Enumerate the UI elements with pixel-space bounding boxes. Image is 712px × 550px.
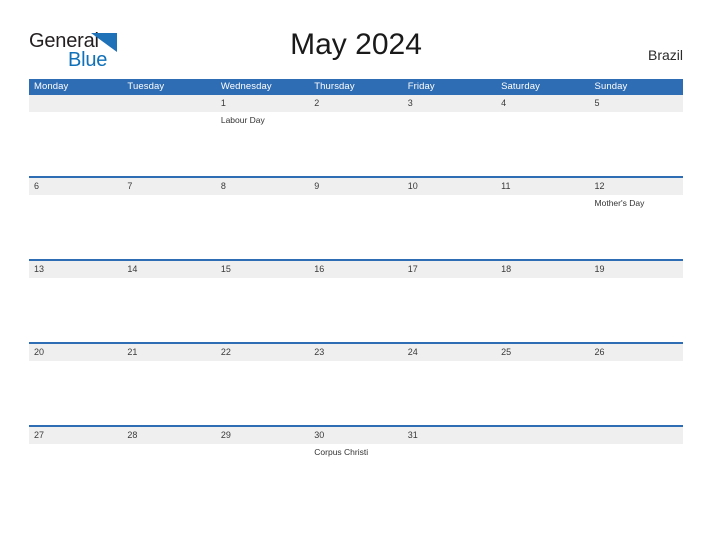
day-number[interactable]: 23 bbox=[309, 344, 402, 361]
day-number[interactable] bbox=[122, 95, 215, 112]
week-row: 20 21 22 23 24 25 26 bbox=[29, 342, 683, 425]
day-number[interactable]: 13 bbox=[29, 261, 122, 278]
day-number[interactable]: 1 bbox=[216, 95, 309, 112]
day-event bbox=[496, 444, 589, 539]
day-number[interactable]: 27 bbox=[29, 427, 122, 444]
day-number[interactable]: 25 bbox=[496, 344, 589, 361]
day-event bbox=[29, 444, 122, 539]
day-event bbox=[496, 278, 589, 342]
day-event bbox=[29, 278, 122, 342]
day-number[interactable]: 15 bbox=[216, 261, 309, 278]
week-event-band bbox=[29, 278, 683, 342]
day-event: Mother's Day bbox=[594, 198, 645, 208]
weekday-thursday: Thursday bbox=[314, 81, 355, 92]
day-number[interactable]: 10 bbox=[403, 178, 496, 195]
day-event bbox=[496, 112, 589, 176]
day-event bbox=[216, 195, 309, 259]
day-number[interactable]: 5 bbox=[590, 95, 683, 112]
day-number[interactable]: 14 bbox=[122, 261, 215, 278]
day-event bbox=[590, 444, 683, 539]
day-event bbox=[403, 444, 496, 539]
day-event bbox=[29, 361, 122, 425]
week-row: 27 28 29 30 31 Corpus Christi bbox=[29, 425, 683, 539]
day-event bbox=[122, 361, 215, 425]
day-event bbox=[29, 195, 122, 259]
day-number[interactable]: 16 bbox=[309, 261, 402, 278]
day-number[interactable]: 8 bbox=[216, 178, 309, 195]
week-date-band: 20 21 22 23 24 25 26 bbox=[29, 344, 683, 361]
day-event bbox=[216, 444, 309, 539]
week-row: 1 2 3 4 5 Labour Day bbox=[29, 95, 683, 176]
day-event bbox=[122, 195, 215, 259]
weekday-wednesday: Wednesday bbox=[220, 81, 272, 92]
day-number[interactable]: 29 bbox=[216, 427, 309, 444]
weekday-monday: Monday bbox=[34, 81, 69, 92]
page-title: May 2024 bbox=[290, 28, 422, 61]
week-row: 13 14 15 16 17 18 19 bbox=[29, 259, 683, 342]
day-number[interactable] bbox=[29, 95, 122, 112]
country-label: Brazil bbox=[647, 47, 683, 63]
day-number[interactable]: 19 bbox=[590, 261, 683, 278]
weekday-sunday: Sunday bbox=[594, 81, 628, 92]
day-number[interactable]: 4 bbox=[496, 95, 589, 112]
day-number[interactable]: 6 bbox=[29, 178, 122, 195]
day-event bbox=[403, 278, 496, 342]
week-event-band: Labour Day bbox=[29, 112, 683, 176]
day-number[interactable]: 21 bbox=[122, 344, 215, 361]
day-number[interactable]: 24 bbox=[403, 344, 496, 361]
day-event bbox=[29, 112, 122, 176]
day-event bbox=[309, 361, 402, 425]
weekday-tuesday: Tuesday bbox=[127, 81, 165, 92]
day-event bbox=[122, 444, 215, 539]
day-event bbox=[122, 278, 215, 342]
day-event bbox=[309, 278, 402, 342]
day-number[interactable]: 30 bbox=[309, 427, 402, 444]
day-event bbox=[309, 195, 402, 259]
week-event-band: Corpus Christi bbox=[29, 444, 683, 539]
day-event bbox=[496, 195, 589, 259]
day-event bbox=[590, 278, 683, 342]
week-row: 6 7 8 9 10 11 12 Mother's Day bbox=[29, 176, 683, 259]
day-number[interactable]: 11 bbox=[496, 178, 589, 195]
day-event bbox=[590, 361, 683, 425]
day-number[interactable]: 22 bbox=[216, 344, 309, 361]
day-number[interactable]: 18 bbox=[496, 261, 589, 278]
weekday-friday: Friday bbox=[407, 81, 435, 92]
calendar-grid: Monday Tuesday Wednesday Thursday Friday… bbox=[29, 79, 683, 539]
week-date-band: 13 14 15 16 17 18 19 bbox=[29, 261, 683, 278]
day-number[interactable]: 9 bbox=[309, 178, 402, 195]
day-event: Labour Day bbox=[220, 115, 265, 125]
weekday-saturday: Saturday bbox=[501, 81, 540, 92]
calendar-page: General Blue May 2024 Brazil Monday Tues… bbox=[0, 0, 712, 550]
day-event: Corpus Christi bbox=[314, 447, 369, 457]
day-number[interactable]: 17 bbox=[403, 261, 496, 278]
day-event bbox=[403, 195, 496, 259]
day-number[interactable]: 28 bbox=[122, 427, 215, 444]
weekday-header-row: Monday Tuesday Wednesday Thursday Friday… bbox=[29, 79, 683, 95]
day-event bbox=[122, 112, 215, 176]
week-event-band bbox=[29, 361, 683, 425]
day-event bbox=[590, 112, 683, 176]
day-event bbox=[216, 278, 309, 342]
page-header: General Blue May 2024 Brazil bbox=[0, 0, 712, 78]
day-number[interactable]: 20 bbox=[29, 344, 122, 361]
day-event bbox=[403, 112, 496, 176]
week-date-band: 27 28 29 30 31 bbox=[29, 427, 683, 444]
day-number[interactable]: 12 bbox=[590, 178, 683, 195]
day-event bbox=[216, 361, 309, 425]
day-event bbox=[309, 112, 402, 176]
day-number[interactable] bbox=[590, 427, 683, 444]
week-event-band: Mother's Day bbox=[29, 195, 683, 259]
day-number[interactable]: 31 bbox=[403, 427, 496, 444]
day-number[interactable]: 26 bbox=[590, 344, 683, 361]
week-date-band: 6 7 8 9 10 11 12 bbox=[29, 178, 683, 195]
day-event bbox=[496, 361, 589, 425]
day-number[interactable]: 7 bbox=[122, 178, 215, 195]
day-number[interactable]: 2 bbox=[309, 95, 402, 112]
week-date-band: 1 2 3 4 5 bbox=[29, 95, 683, 112]
day-event bbox=[403, 361, 496, 425]
day-number[interactable]: 3 bbox=[403, 95, 496, 112]
day-number[interactable] bbox=[496, 427, 589, 444]
